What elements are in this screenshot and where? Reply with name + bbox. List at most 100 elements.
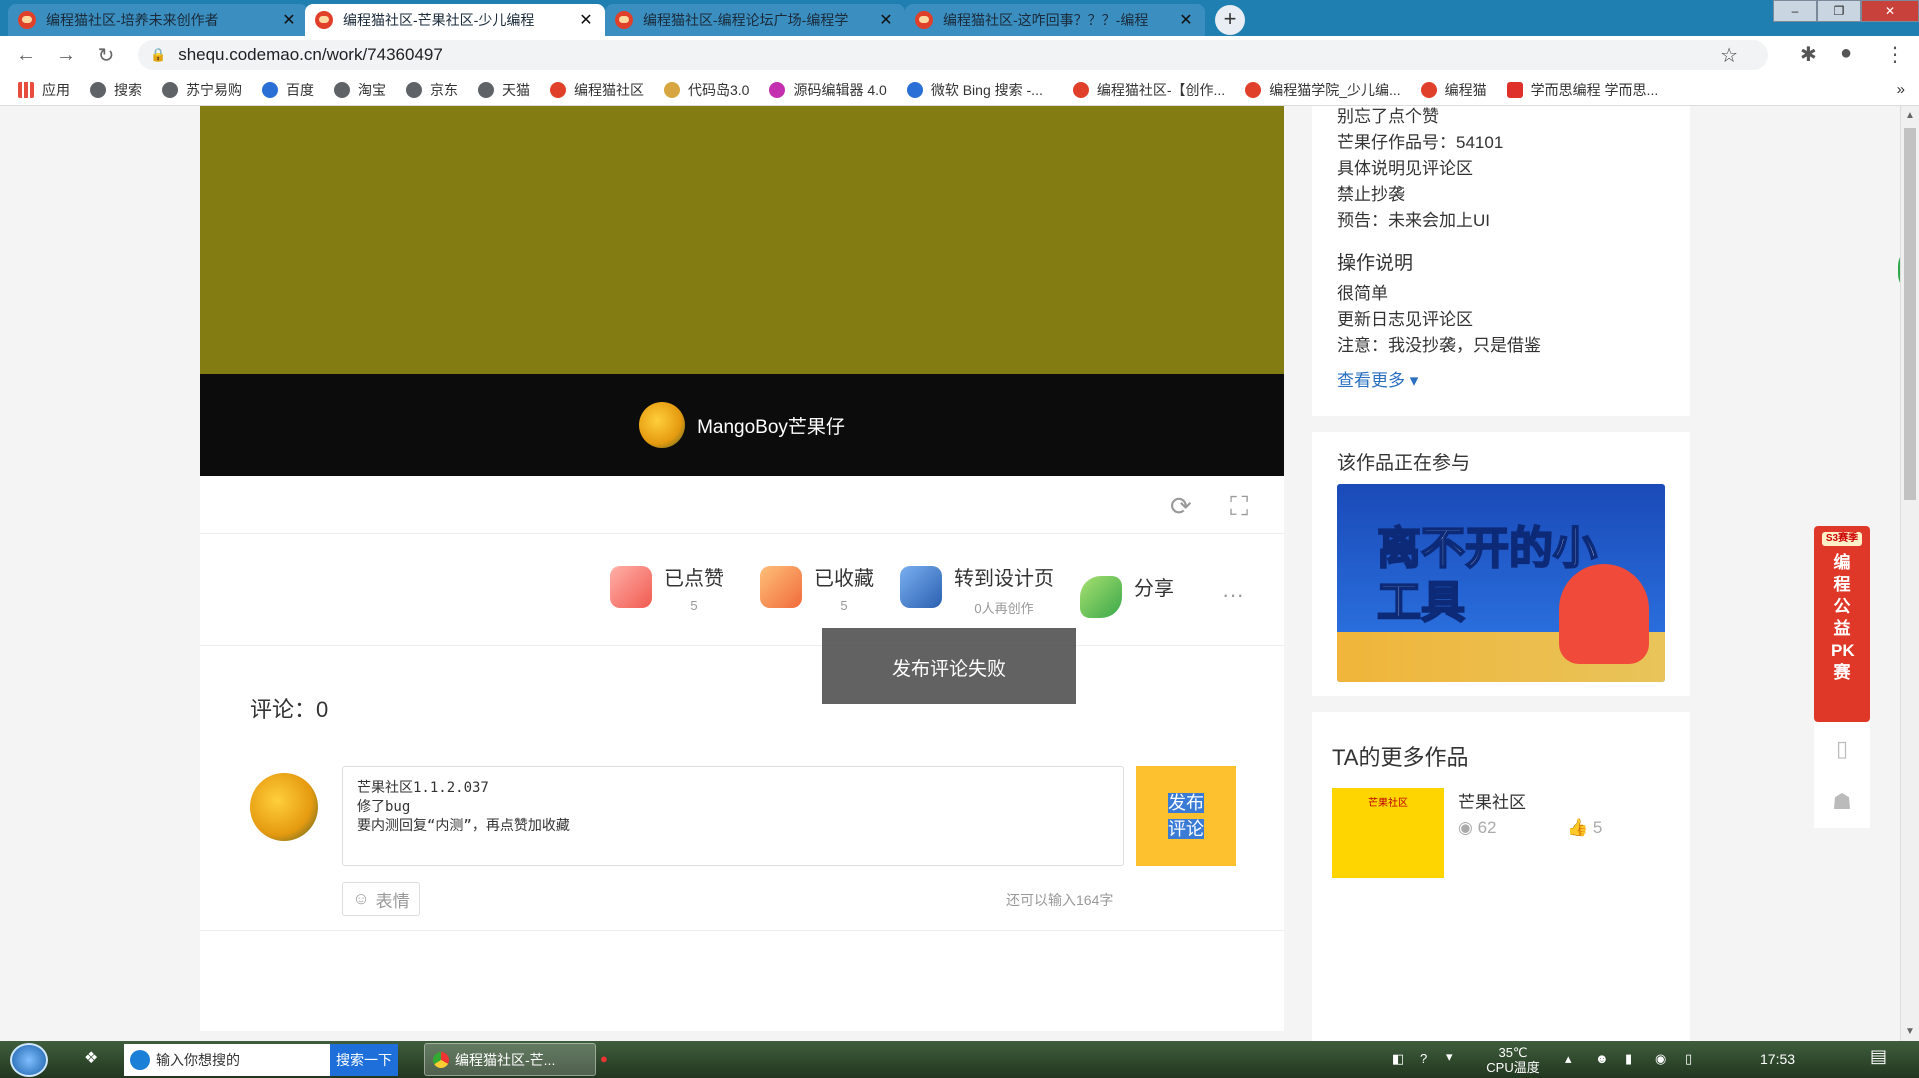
tab-4[interactable]: 编程猫社区-这咋回事？？？-编程 ✕ <box>905 4 1205 36</box>
scroll-down-icon[interactable]: ▼ <box>1905 1026 1915 1037</box>
restart-icon[interactable]: ⟳ <box>1170 491 1192 522</box>
bookmark-item[interactable]: 微软 Bing 搜索 -... <box>906 80 1043 100</box>
more-works-panel: TA的更多作品 芒果社区 芒果社区 ◉ 62 👍 5 <box>1312 712 1690 1041</box>
taskbar-search-button[interactable]: 搜索一下 <box>330 1044 398 1076</box>
forward-icon[interactable]: → <box>46 44 86 67</box>
fullscreen-icon[interactable]: ⛶ <box>1230 491 1248 523</box>
bookmark-item[interactable]: 搜索 <box>90 80 142 100</box>
help-icon[interactable]: ? <box>1420 1051 1427 1066</box>
address-bar: ← → ↻ 🔒 shequ.codemao.cn/work/74360497 ☆… <box>0 36 1919 74</box>
menu-icon[interactable]: ⋮ <box>1885 42 1905 67</box>
bookmark-item[interactable]: 编程猫社区-【创作... <box>1072 80 1226 100</box>
bookmarks-overflow-icon[interactable]: » <box>1897 81 1905 98</box>
post-comment-button[interactable]: 发布 评论 <box>1136 766 1236 866</box>
back-icon[interactable]: ← <box>6 44 46 67</box>
operation-title: 操作说明 <box>1337 253 1414 274</box>
more-options-icon[interactable]: ··· <box>1222 582 1244 608</box>
bookmark-apps[interactable]: 应用 <box>18 80 70 100</box>
tray-app-icon[interactable]: ☻ <box>1595 1051 1609 1066</box>
event-banner[interactable]: 离不开的小工具 <box>1337 484 1665 682</box>
remaining-chars: 还可以输入164字 <box>1006 892 1114 908</box>
tray-arrow-icon[interactable]: ▾ <box>1446 1049 1453 1064</box>
page-content: MangoBoy芒果仔 ⟳ ⛶ 已点赞 5 已收藏 5 转到设计页 0人再创作 分享 <box>0 106 1900 1041</box>
close-tab-icon[interactable]: ✕ <box>577 10 595 30</box>
work-description-panel: 别忘了点个赞 芒果仔作品号：54101 具体说明见评论区 禁止抄袭 预告：未来会… <box>1312 106 1690 416</box>
pk-contest-widget[interactable]: S3赛季 编程公益PK赛 <box>1814 526 1870 722</box>
scroll-up-icon[interactable]: ▲ <box>1905 110 1915 121</box>
tab-2[interactable]: 编程猫社区-芒果社区-少儿编程 ✕ <box>305 4 605 36</box>
tray-app-icon[interactable]: ◉ <box>1655 1051 1666 1066</box>
cpu-temp-label: CPU温度 <box>1486 1060 1540 1075</box>
close-window-button[interactable]: ✕ <box>1861 0 1919 22</box>
url-field[interactable]: 🔒 shequ.codemao.cn/work/74360497 ☆ <box>138 40 1768 70</box>
bookmark-item[interactable]: 天猫 <box>478 80 530 100</box>
show-hidden-icon[interactable]: ▴ <box>1565 1051 1572 1066</box>
tray-app-icon[interactable]: ◧ <box>1392 1051 1404 1066</box>
qq-icon[interactable]: ☗ <box>1814 775 1870 828</box>
bookmark-item[interactable]: 淘宝 <box>334 80 386 100</box>
bookmark-label: 学而思编程 学而思... <box>1530 81 1659 98</box>
tab-1[interactable]: 编程猫社区-培养未来创作者 ✕ <box>8 4 308 36</box>
author-avatar[interactable] <box>639 402 686 448</box>
share-icon <box>1080 576 1122 618</box>
bookmark-star-icon[interactable]: ☆ <box>1720 43 1738 68</box>
profile-icon[interactable]: ● <box>1840 42 1852 65</box>
clock[interactable]: 17:53 <box>1760 1051 1795 1067</box>
see-more-link[interactable]: 查看更多 ▾ <box>1337 366 1418 391</box>
globe-icon <box>90 81 106 98</box>
tab-3[interactable]: 编程猫社区-编程论坛广场-编程学 ✕ <box>605 4 905 36</box>
error-toast: 发布评论失败 <box>822 628 1076 704</box>
taskbar-search-input[interactable]: 输入你想搜的 <box>124 1044 330 1076</box>
bookmark-label: 天猫 <box>502 81 530 98</box>
network-icon[interactable]: ▮ <box>1625 1051 1632 1066</box>
bookmark-item[interactable]: 编程猫学院_少儿编... <box>1245 80 1401 100</box>
battery-icon[interactable]: ▯ <box>1685 1051 1692 1066</box>
baidu-paw-icon <box>262 81 278 98</box>
work-thumbnail[interactable]: 芒果社区 <box>1332 788 1444 878</box>
design-page-button[interactable]: 转到设计页 0人再创作 <box>900 566 1054 617</box>
comment-input[interactable]: 芒果社区1.1.2.037 修了bug 要内测回复“内测”，再点赞加收藏 <box>342 766 1124 866</box>
scrollbar[interactable]: ▲ ▼ <box>1900 106 1919 1041</box>
maximize-button[interactable]: ❐ <box>1817 0 1861 22</box>
globe-icon <box>478 81 494 98</box>
author-name[interactable]: MangoBoy芒果仔 <box>697 412 845 439</box>
work-card: ⟳ ⛶ 已点赞 5 已收藏 5 转到设计页 0人再创作 分享 ··· 评论：0 <box>200 476 1284 1031</box>
close-tab-icon[interactable]: ✕ <box>877 10 895 30</box>
pk-contest-text: 编程公益PK赛 <box>1831 553 1855 682</box>
bookmark-item[interactable]: 编程猫 <box>1420 80 1487 100</box>
bookmark-item[interactable]: 学而思编程 学而思... <box>1506 80 1659 100</box>
start-button[interactable] <box>10 1043 48 1077</box>
new-tab-button[interactable]: + <box>1215 5 1245 35</box>
ops-line: 很简单 <box>1337 284 1388 303</box>
bookmark-item[interactable]: 苏宁易购 <box>162 80 242 100</box>
notification-icon[interactable]: ▤ <box>1870 1047 1887 1065</box>
xueersi-icon <box>1506 81 1523 98</box>
bookmark-item[interactable]: 京东 <box>406 80 458 100</box>
like-button[interactable]: 已点赞 5 <box>610 566 724 613</box>
pinned-app-icon[interactable]: ● <box>600 1051 608 1066</box>
close-tab-icon[interactable]: ✕ <box>1177 10 1195 30</box>
share-label: 分享 <box>1134 578 1174 600</box>
bookmark-label: 编程猫社区-【创作... <box>1096 81 1226 98</box>
emoji-button[interactable]: ☺ 表情 <box>342 882 420 916</box>
share-button[interactable]: 分享 <box>1080 576 1174 618</box>
bookmark-item[interactable]: 源码编辑器 4.0 <box>769 80 887 100</box>
close-tab-icon[interactable]: ✕ <box>280 10 298 30</box>
bing-icon <box>906 81 923 98</box>
mobile-icon[interactable]: ▯ <box>1814 722 1870 775</box>
bookmark-label: 编程猫社区 <box>574 81 644 98</box>
desc-line: 别忘了点个赞 <box>1337 107 1439 126</box>
extensions-icon[interactable]: ✱ <box>1800 42 1817 67</box>
app-grid-icon[interactable]: ❖ <box>84 1051 98 1067</box>
scrollbar-thumb[interactable] <box>1904 128 1916 500</box>
taskbar-chrome-app[interactable]: 编程猫社区-芒... <box>424 1043 596 1076</box>
more-work-title[interactable]: 芒果社区 <box>1458 788 1526 813</box>
minimize-button[interactable]: – <box>1773 0 1817 22</box>
collect-button[interactable]: 已收藏 5 <box>760 566 874 613</box>
bookmark-item[interactable]: 编程猫社区 <box>550 80 644 100</box>
bookmark-item[interactable]: 代码岛3.0 <box>664 80 749 100</box>
reload-icon[interactable]: ↻ <box>86 43 126 68</box>
bookmark-item[interactable]: 百度 <box>262 80 314 100</box>
codemao-favicon-icon <box>615 11 633 29</box>
like-label: 已点赞 <box>664 568 724 590</box>
